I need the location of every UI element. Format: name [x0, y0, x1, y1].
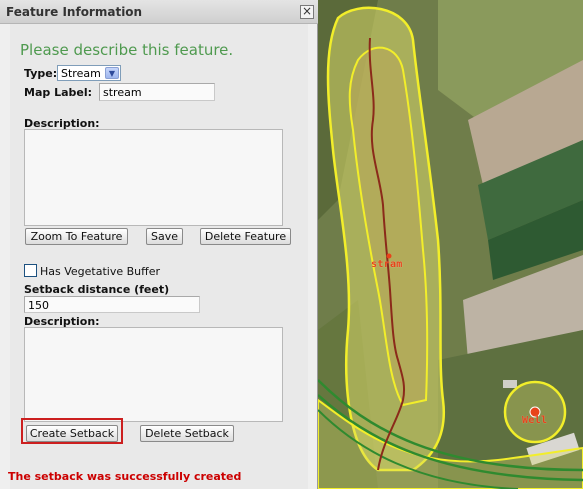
map-label-input[interactable]: stream [99, 83, 215, 101]
type-select-value: Stream [61, 67, 101, 80]
map-label-label: Map Label: [24, 86, 93, 99]
create-setback-button[interactable]: Create Setback [26, 425, 118, 442]
vegetative-buffer-checkbox[interactable] [24, 264, 37, 277]
vegetative-buffer-label: Has Vegetative Buffer [40, 265, 161, 278]
delete-setback-button[interactable]: Delete Setback [140, 425, 234, 442]
setback-distance-input[interactable]: 150 [24, 296, 200, 313]
delete-feature-button[interactable]: Delete Feature [200, 228, 291, 245]
type-label: Type: [24, 67, 58, 80]
map-label-stream: stram [371, 259, 403, 270]
status-message: The setback was successfully created [8, 470, 242, 483]
form-heading: Please describe this feature. [20, 41, 234, 59]
feature-information-panel: Feature Information × Please describe th… [0, 0, 318, 489]
map-label-well: Well [522, 415, 548, 426]
setback-distance-label: Setback distance (feet) [24, 283, 170, 296]
zoom-to-feature-button[interactable]: Zoom To Feature [25, 228, 128, 245]
close-icon[interactable]: × [300, 5, 314, 19]
panel-title: Feature Information [6, 5, 143, 19]
chevron-down-icon[interactable]: ▼ [105, 67, 119, 79]
map-view[interactable]: stram Well [318, 0, 583, 489]
type-select[interactable]: Stream ▼ [57, 65, 121, 81]
description-textarea[interactable] [24, 129, 283, 226]
save-button[interactable]: Save [146, 228, 183, 245]
setback-description-textarea[interactable] [24, 327, 283, 422]
panel-titlebar[interactable]: Feature Information × [0, 0, 318, 24]
